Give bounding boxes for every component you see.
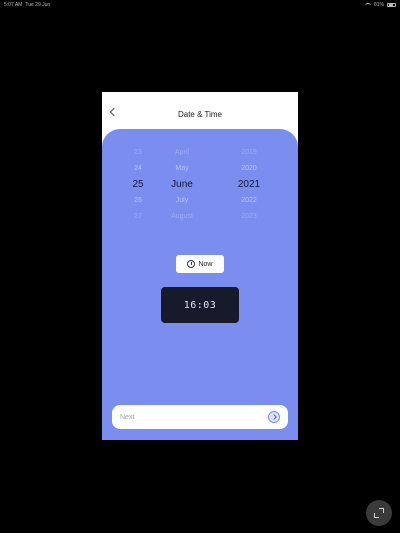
day-picker-column[interactable]: 23 24 25 26 27 [130, 145, 146, 225]
now-button[interactable]: Now [176, 255, 224, 273]
year-option[interactable]: 2020 [241, 161, 257, 177]
month-option[interactable]: May [175, 161, 188, 177]
now-label: Now [198, 260, 213, 268]
time-display[interactable]: 16:03 [161, 287, 239, 323]
date-picker[interactable]: 23 24 25 26 27 April May June July Augus… [102, 145, 298, 235]
status-time: 5:07 AM [4, 2, 23, 8]
year-picker-column[interactable]: 2019 2020 2021 2022 2023 [234, 145, 264, 225]
app-screen: 5:07 AM Tue 29 Jun 81% Date & Time 23 24… [0, 0, 400, 533]
month-option[interactable]: August [171, 209, 193, 225]
status-bar: 5:07 AM Tue 29 Jun 81% [0, 0, 400, 10]
day-option-selected[interactable]: 25 [132, 177, 143, 193]
wifi-icon [364, 2, 371, 8]
month-picker-column[interactable]: April May June July August [162, 145, 202, 225]
month-option[interactable]: April [175, 145, 189, 161]
status-left: 5:07 AM Tue 29 Jun [4, 2, 50, 8]
modal-header: Date & Time [102, 92, 298, 130]
battery-percent: 81% [373, 2, 384, 8]
battery-icon [387, 3, 396, 7]
year-option-selected[interactable]: 2021 [238, 177, 260, 193]
day-option[interactable]: 27 [134, 209, 142, 225]
day-option[interactable]: 26 [134, 193, 142, 209]
next-button[interactable]: Next [112, 405, 288, 429]
year-option[interactable]: 2022 [241, 193, 257, 209]
status-right: 81% [364, 2, 396, 8]
month-option[interactable]: July [176, 193, 188, 209]
expand-icon [374, 508, 384, 518]
day-option[interactable]: 23 [134, 145, 142, 161]
time-value: 16:03 [183, 299, 217, 311]
next-arrow-icon[interactable] [268, 411, 280, 423]
modal-title: Date & Time [177, 110, 222, 119]
date-time-modal: Date & Time 23 24 25 26 27 April May Jun… [102, 92, 298, 440]
expand-button[interactable] [366, 500, 392, 526]
status-date: Tue 29 Jun [25, 2, 51, 8]
clock-icon [187, 260, 196, 268]
next-label: Next [120, 413, 135, 421]
date-time-panel: 23 24 25 26 27 April May June July Augus… [102, 129, 298, 440]
year-option[interactable]: 2019 [241, 145, 257, 161]
month-option-selected[interactable]: June [171, 177, 193, 193]
day-option[interactable]: 24 [134, 161, 142, 177]
year-option[interactable]: 2023 [241, 209, 257, 225]
